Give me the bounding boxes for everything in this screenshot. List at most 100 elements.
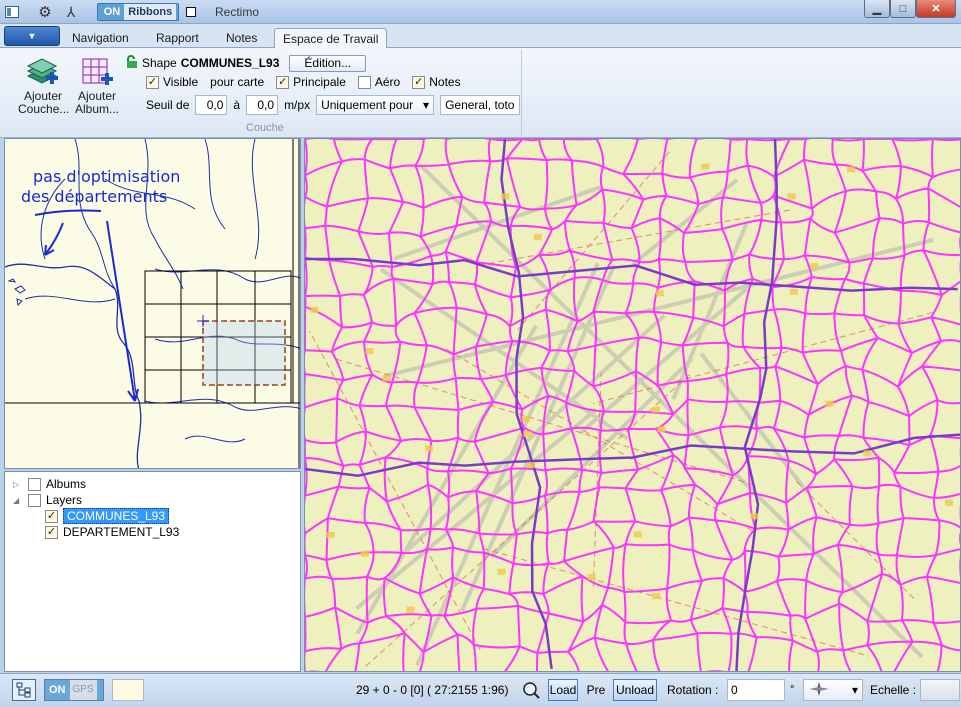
layer-tree: ▷ Albums ◢ Layers ✓ COMMUNES_L93 ✓ DEPAR… xyxy=(4,471,301,672)
town-marker xyxy=(657,426,666,433)
layers-checkbox[interactable] xyxy=(28,493,41,507)
shape-row: Shape COMMUNES_L93 Édition... xyxy=(126,54,367,72)
town-marker xyxy=(825,400,834,407)
add-layer-button[interactable]: Ajouter Couche... xyxy=(18,54,69,116)
town-marker xyxy=(701,163,710,170)
compass-icon xyxy=(808,681,830,700)
gps-toggle-state: ON xyxy=(49,684,66,696)
communes-label: COMMUNES_L93 xyxy=(63,508,170,524)
gps-toggle-label: GPS xyxy=(69,680,97,700)
ribbons-toggle-state: ON xyxy=(103,6,121,18)
layers-label: Layers xyxy=(46,493,83,507)
unload-button[interactable]: Unload xyxy=(613,679,657,701)
degree-symbol: ° xyxy=(790,684,795,696)
aero-checkbox[interactable]: Aéro xyxy=(357,75,400,89)
gps-toggle[interactable]: ON GPS xyxy=(44,679,104,701)
town-marker xyxy=(810,263,819,269)
notes-checkbox[interactable]: ✓ Notes xyxy=(412,75,461,89)
town-marker xyxy=(501,193,510,200)
close-button[interactable]: ✕ xyxy=(916,0,956,18)
split-tool-icon[interactable]: ⅄ xyxy=(60,3,82,21)
town-marker xyxy=(789,288,798,295)
main-map-view[interactable] xyxy=(304,138,961,672)
ribbons-toggle-label: Ribbons xyxy=(124,4,177,20)
scale-field[interactable] xyxy=(920,679,960,701)
map-canvas xyxy=(305,139,960,671)
seuil-from-input[interactable]: 0,0 xyxy=(195,95,228,115)
expand-arrow-icon[interactable]: ▷ xyxy=(13,480,23,489)
collapse-arrow-icon[interactable]: ◢ xyxy=(13,496,23,505)
add-album-button[interactable]: Ajouter Album... xyxy=(72,54,122,116)
window-menu-icon[interactable] xyxy=(4,3,20,21)
unlock-icon[interactable] xyxy=(126,54,138,72)
tab-notes[interactable]: Notes xyxy=(218,28,265,48)
commune-borders xyxy=(305,139,960,671)
overview-islands xyxy=(7,278,26,307)
annotation-line-2: des départements xyxy=(21,187,168,206)
shape-name: COMMUNES_L93 xyxy=(180,56,280,70)
mode-select[interactable]: Uniquement pour ▾ xyxy=(316,95,435,115)
dropdown-arrow-icon: ▾ xyxy=(423,98,430,112)
seuil-to-label: à xyxy=(233,98,241,112)
edition-button[interactable]: Édition... xyxy=(289,54,367,72)
window-title: Rectimo xyxy=(215,5,260,19)
principale-checkbox[interactable]: ✓ Principale xyxy=(276,75,346,89)
departement-checkbox[interactable]: ✓ xyxy=(45,525,58,539)
town-marker xyxy=(652,593,661,600)
pre-button[interactable]: Pre xyxy=(584,679,608,701)
threshold-row: Seuil de 0,0 à 0,0 m/px Uniquement pour … xyxy=(146,94,521,116)
departement-label: DEPARTEMENT_L93 xyxy=(63,525,180,539)
town-marker xyxy=(523,431,532,437)
town-marker xyxy=(863,450,872,457)
town-marker xyxy=(944,499,953,506)
visible-check-box: ✓ xyxy=(146,75,159,89)
title-bar: ⚙ ⅄ ON Ribbons Rectimo ▁ □ ✕ xyxy=(0,0,961,24)
overview-coastline xyxy=(5,263,142,468)
town-marker xyxy=(587,574,596,581)
application-menu-button[interactable]: ▼ xyxy=(4,26,60,46)
town-marker xyxy=(521,416,530,423)
rotation-input[interactable]: 0 xyxy=(727,679,785,701)
overview-viewport-rect[interactable] xyxy=(202,320,286,386)
town-marker xyxy=(533,233,542,240)
albums-label: Albums xyxy=(46,477,87,491)
tab-rapport[interactable]: Rapport xyxy=(148,28,207,48)
maximize-button[interactable]: □ xyxy=(890,0,916,18)
load-button[interactable]: Load xyxy=(548,679,578,701)
town-marker xyxy=(406,606,415,613)
town-marker xyxy=(382,375,391,382)
zoom-magnifier-icon[interactable] xyxy=(520,679,542,701)
shape-label: Shape xyxy=(142,56,177,70)
albums-checkbox[interactable] xyxy=(28,477,41,491)
town-marker xyxy=(310,306,319,313)
settings-gear-icon[interactable]: ⚙ xyxy=(36,3,54,21)
tab-navigation[interactable]: Navigation xyxy=(64,28,137,48)
principale-check-box: ✓ xyxy=(276,75,290,89)
overview-map[interactable]: pas d'optimisation des départements xyxy=(4,138,301,469)
ribbons-toggle[interactable]: ON Ribbons xyxy=(97,3,179,21)
communes-checkbox[interactable]: ✓ xyxy=(45,509,58,523)
town-marker xyxy=(360,550,369,557)
coordinates-readout: 29 + 0 - 0 [0] ( 27:2155 1:96) xyxy=(356,683,509,697)
seuil-to-input[interactable]: 0,0 xyxy=(246,95,279,115)
town-marker xyxy=(633,531,642,538)
town-marker xyxy=(425,445,433,452)
tree-node-layers[interactable]: ◢ Layers xyxy=(13,492,82,508)
chevron-down-icon: ▼ xyxy=(27,31,37,41)
tree-node-albums[interactable]: ▷ Albums xyxy=(13,476,86,492)
tree-node-departement[interactable]: ✓ DEPARTEMENT_L93 xyxy=(45,524,179,540)
color-swatch[interactable] xyxy=(112,679,144,701)
annotation-line-1: pas d'optimisation xyxy=(33,167,181,186)
tree-node-communes[interactable]: ✓ COMMUNES_L93 xyxy=(45,508,170,524)
tab-espace-de-travail[interactable]: Espace de Travail xyxy=(274,28,388,49)
minimize-button[interactable]: ▁ xyxy=(864,0,890,18)
add-album-label: Ajouter Album... xyxy=(74,89,119,116)
tags-input[interactable]: General, toto xyxy=(440,95,521,115)
town-marker xyxy=(847,166,856,173)
visible-checkbox[interactable]: ✓ Visible xyxy=(146,75,198,89)
dropdown-arrow-icon: ▾ xyxy=(851,683,858,697)
north-arrow-select[interactable]: ▾ xyxy=(803,679,863,701)
tree-toggle-icon[interactable] xyxy=(12,679,36,701)
stop-square-icon[interactable] xyxy=(184,3,198,21)
town-marker xyxy=(365,348,374,354)
